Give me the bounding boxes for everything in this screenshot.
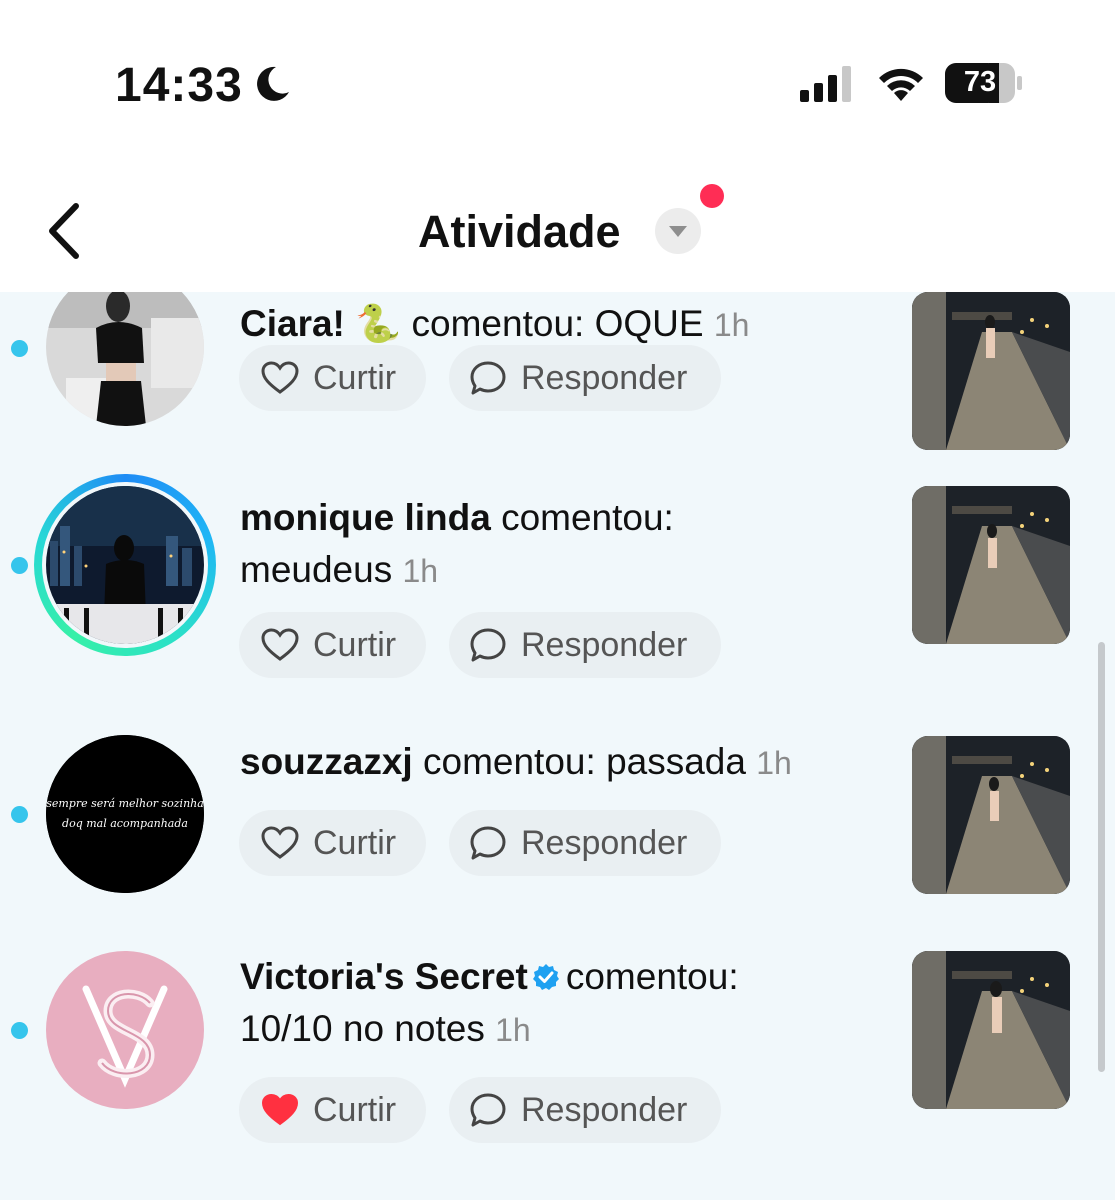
reply-button[interactable]: Responder: [449, 810, 721, 876]
avatar-text-2: doq mal acompanhada: [62, 817, 188, 830]
post-thumbnail[interactable]: [912, 486, 1070, 644]
activity-feed[interactable]: Ciara! 🐍 comentou: OQUE 1h Curtir Respon…: [0, 292, 1115, 1200]
heart-icon: [261, 361, 299, 394]
notification-text-line-1: monique linda comentou:: [240, 492, 674, 544]
heart-icon: [261, 826, 299, 859]
comment-text: OQUE: [594, 303, 704, 344]
heart-icon: [261, 628, 299, 661]
like-label: Curtir: [313, 823, 397, 862]
notification-text-line-2: meudeus 1h: [240, 544, 438, 597]
notification-text: Ciara! 🐍 comentou: OQUE 1h: [240, 298, 749, 351]
top-navigation: Atividade: [0, 170, 1115, 292]
comment-text: meudeus: [240, 549, 393, 590]
like-button[interactable]: Curtir: [239, 345, 426, 411]
notification-text-line-2: 10/10 no notes 1h: [240, 1003, 531, 1056]
comment-bubble-icon: [470, 628, 506, 662]
username[interactable]: Victoria's Secret: [240, 956, 528, 997]
action-verb: comentou:: [423, 741, 596, 782]
scrollbar[interactable]: [1098, 642, 1105, 1072]
unread-dot: [11, 340, 28, 357]
reply-label: Responder: [521, 358, 688, 397]
activity-filter-dropdown[interactable]: [655, 208, 701, 254]
unread-dot: [11, 557, 28, 574]
story-ring[interactable]: [34, 474, 216, 656]
reply-label: Responder: [521, 625, 688, 664]
action-verb: comentou:: [565, 956, 739, 997]
page-title: Atividade: [418, 206, 621, 257]
reply-button[interactable]: Responder: [449, 612, 721, 678]
like-label: Curtir: [313, 1090, 397, 1129]
notification-dot: [700, 184, 724, 208]
post-thumbnail[interactable]: [912, 951, 1070, 1109]
username[interactable]: Ciara!: [240, 303, 345, 344]
comment-bubble-icon: [470, 826, 506, 860]
unread-dot: [11, 806, 28, 823]
reply-label: Responder: [521, 823, 688, 862]
avatar[interactable]: sempre será melhor sozinha doq mal acomp…: [46, 735, 204, 893]
wifi-icon: [879, 68, 923, 101]
username[interactable]: monique linda: [240, 497, 491, 538]
timestamp: 1h: [495, 1012, 531, 1048]
activity-item: Victoria's Secret comentou: 10/10 no not…: [0, 947, 1115, 1187]
timestamp: 1h: [713, 307, 750, 343]
activity-item: monique linda comentou: meudeus 1h Curti…: [0, 472, 1115, 702]
avatar[interactable]: [46, 292, 204, 426]
verified-badge-icon: [532, 964, 559, 990]
like-button[interactable]: Curtir: [239, 810, 426, 876]
comment-text: passada: [606, 741, 746, 782]
comment-text: 10/10 no notes: [240, 1008, 485, 1049]
comment-bubble-icon: [470, 361, 506, 395]
like-label: Curtir: [313, 625, 397, 664]
status-time: 14:33: [115, 59, 243, 112]
reply-button[interactable]: Responder: [449, 345, 721, 411]
post-thumbnail[interactable]: [912, 292, 1070, 450]
reply-label: Responder: [521, 1090, 688, 1129]
post-thumbnail[interactable]: [912, 736, 1070, 894]
reply-button[interactable]: Responder: [449, 1077, 721, 1143]
activity-item: sempre será melhor sozinha doq mal acomp…: [0, 732, 1115, 912]
vs-logo-icon: [46, 951, 204, 1109]
unread-dot: [11, 1022, 28, 1039]
timestamp: 1h: [402, 553, 439, 589]
dropdown-icon: [669, 226, 687, 237]
status-bar: 14:33 73: [0, 0, 1115, 170]
like-button[interactable]: Curtir: [239, 1077, 426, 1143]
avatar[interactable]: [46, 951, 204, 1109]
like-label: Curtir: [313, 358, 397, 397]
notification-text: souzzazxj comentou: passada 1h: [240, 736, 792, 789]
battery-level: 73: [963, 66, 997, 98]
action-verb: comentou:: [501, 497, 674, 538]
emoji-icon: 🐍: [355, 303, 402, 344]
avatar-text-1: sempre será melhor sozinha: [46, 797, 204, 810]
moon-icon: [257, 66, 289, 101]
username[interactable]: souzzazxj: [240, 741, 413, 782]
activity-item: Ciara! 🐍 comentou: OQUE 1h Curtir Respon…: [0, 292, 1115, 450]
signal-icon: [800, 66, 851, 102]
action-verb: comentou:: [411, 303, 585, 344]
notification-text-line-1: Victoria's Secret comentou:: [240, 951, 739, 1003]
timestamp: 1h: [756, 745, 792, 781]
like-button[interactable]: Curtir: [239, 612, 426, 678]
back-arrow-icon[interactable]: [40, 200, 90, 262]
heart-filled-icon: [261, 1093, 299, 1126]
avatar[interactable]: [46, 486, 204, 644]
comment-bubble-icon: [470, 1093, 506, 1127]
